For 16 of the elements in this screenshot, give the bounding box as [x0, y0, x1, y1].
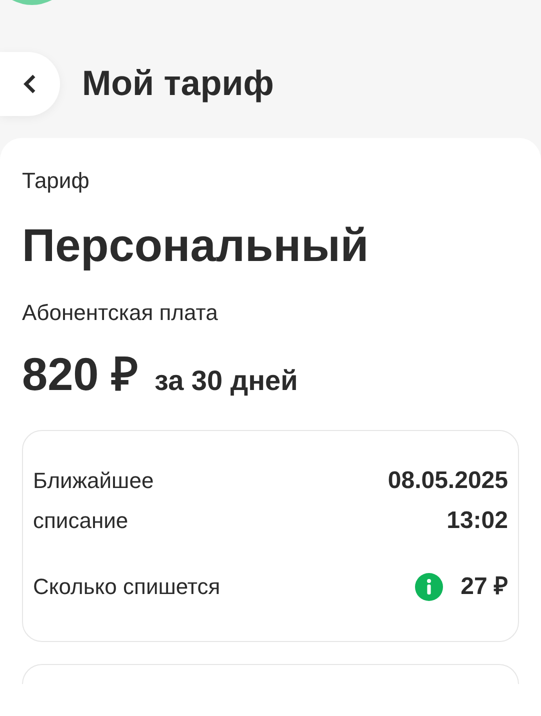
charge-value: 13:02 [446, 506, 508, 536]
charge-label: списание [33, 507, 128, 535]
price: 820 ₽ [22, 347, 139, 402]
tariff-name: Персональный [22, 218, 370, 272]
back-icon [22, 73, 38, 95]
page-title: Мой тариф [82, 62, 274, 105]
tariff-label: Тариф [22, 167, 90, 195]
back-button[interactable] [0, 52, 60, 116]
charge-label: Ближайшее [33, 467, 154, 495]
charge-value: 27 ₽ [460, 572, 508, 602]
charge-label: Сколько спишется [33, 573, 220, 601]
charge-value: 08.05.2025 [388, 466, 508, 496]
avatar-icon [12, 0, 52, 6]
price-period: за 30 дней [154, 364, 298, 398]
info-icon[interactable] [414, 573, 443, 601]
fee-label: Абонентская плата [22, 299, 219, 327]
